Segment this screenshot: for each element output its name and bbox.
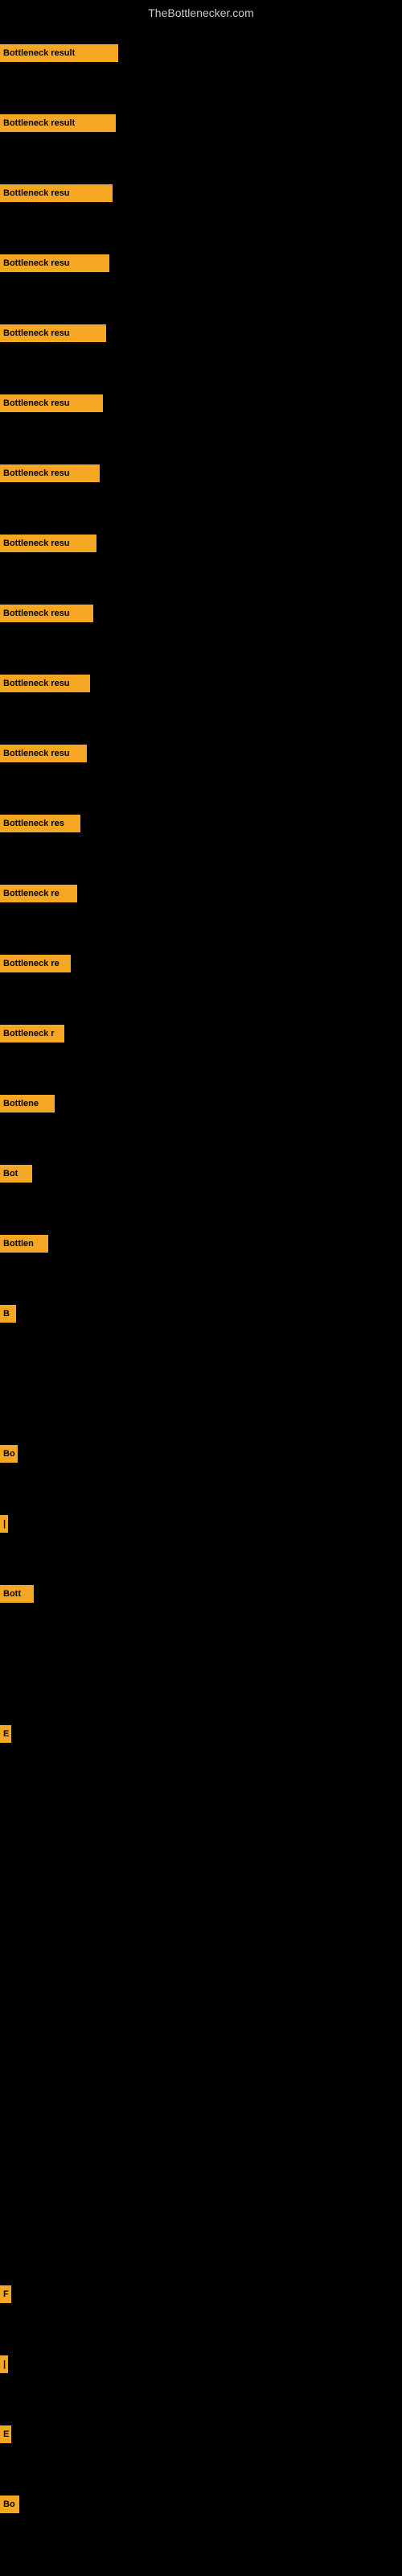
bar-label: Bottleneck resu — [3, 539, 70, 548]
bottleneck-bar[interactable]: Bottleneck resu — [0, 535, 96, 552]
bar-label: Bottleneck resu — [3, 188, 70, 198]
bar-label: | — [3, 1519, 6, 1529]
bar-label: Bottlene — [3, 1099, 39, 1108]
bar-label: Bot — [3, 1169, 18, 1179]
bar-label: Bottleneck re — [3, 889, 59, 898]
bar-label: Bottleneck resu — [3, 398, 70, 408]
bar-label: Bo — [3, 1449, 15, 1459]
bottleneck-bar[interactable]: Bottleneck re — [0, 885, 77, 902]
bottleneck-bar[interactable]: Bottleneck re — [0, 955, 71, 972]
bar-label: Bottleneck resu — [3, 679, 70, 688]
bottleneck-bar[interactable]: Bot — [0, 1165, 32, 1183]
bar-label: E — [3, 2429, 9, 2439]
bottleneck-bar[interactable]: Bottlene — [0, 1095, 55, 1113]
bar-label: Bottleneck result — [3, 118, 75, 128]
bottleneck-bar[interactable]: Bo — [0, 2496, 19, 2513]
bar-label: Bottlen — [3, 1239, 34, 1249]
bottleneck-bar[interactable]: Bottleneck r — [0, 1025, 64, 1042]
bottleneck-bar[interactable]: Bottleneck resu — [0, 464, 100, 482]
bottleneck-bar[interactable]: Bottleneck res — [0, 815, 80, 832]
bottleneck-bar[interactable]: Bottleneck resu — [0, 254, 109, 272]
bottleneck-bar[interactable]: Bottleneck resu — [0, 745, 87, 762]
bar-label: Bo — [3, 2500, 15, 2509]
bottleneck-bar[interactable]: Bottleneck resu — [0, 184, 113, 202]
bar-label: Bottleneck r — [3, 1029, 55, 1038]
bottleneck-bar[interactable]: Bott — [0, 1585, 34, 1603]
bottleneck-bar[interactable]: Bottleneck resu — [0, 324, 106, 342]
bottleneck-bar[interactable]: E — [0, 1725, 11, 1743]
bottleneck-bar[interactable]: Bottleneck result — [0, 44, 118, 62]
bar-label: Bottleneck resu — [3, 749, 70, 758]
bar-label: Bottleneck resu — [3, 469, 70, 478]
bar-label: B — [3, 1309, 10, 1319]
bottleneck-bar[interactable]: Bo — [0, 1445, 18, 1463]
bar-label: Bottleneck re — [3, 959, 59, 968]
bottleneck-bar[interactable]: B — [0, 1305, 16, 1323]
bar-label: F — [3, 2289, 9, 2299]
bar-label: Bott — [3, 1589, 21, 1599]
bottleneck-bar[interactable]: Bottleneck resu — [0, 605, 93, 622]
bar-label: | — [3, 2359, 6, 2369]
bottleneck-bar[interactable]: | — [0, 1515, 8, 1533]
bar-label: Bottleneck resu — [3, 609, 70, 618]
bar-label: Bottleneck resu — [3, 328, 70, 338]
bar-label: Bottleneck result — [3, 48, 75, 58]
bar-label: E — [3, 1729, 9, 1739]
bottleneck-bar[interactable]: E — [0, 2425, 11, 2443]
bottleneck-bar[interactable]: Bottlen — [0, 1235, 48, 1253]
bottleneck-bar[interactable]: Bottleneck resu — [0, 675, 90, 692]
bottleneck-bar[interactable]: | — [0, 2355, 8, 2373]
site-title: TheBottlenecker.com — [0, 0, 402, 23]
bottleneck-bar[interactable]: Bottleneck resu — [0, 394, 103, 412]
bar-label: Bottleneck resu — [3, 258, 70, 268]
bottleneck-bar[interactable]: F — [0, 2285, 11, 2303]
bottleneck-bar[interactable]: Bottleneck result — [0, 114, 116, 132]
bar-label: Bottleneck res — [3, 819, 64, 828]
